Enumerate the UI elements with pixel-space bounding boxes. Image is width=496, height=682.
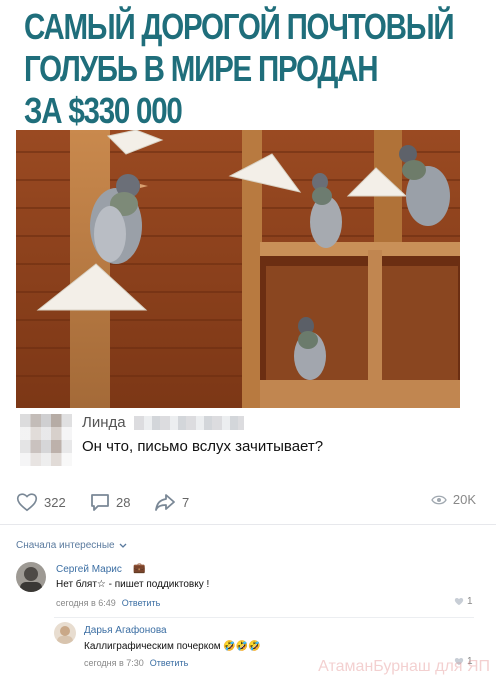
shares-count: 7 bbox=[182, 494, 190, 510]
headline-line: САМЫЙ ДОРОГОЙ ПОЧТОВЫЙ bbox=[24, 6, 455, 47]
comment-icon bbox=[91, 494, 109, 511]
reply-button[interactable]: Ответить bbox=[150, 658, 188, 668]
comment-time: сегодня в 7:30 bbox=[84, 658, 144, 668]
avatar-image bbox=[16, 562, 46, 592]
sort-label: Сначала интересные bbox=[16, 540, 115, 551]
comment-time: сегодня в 6:49 bbox=[56, 598, 116, 608]
pigeons-photo bbox=[16, 130, 460, 408]
divider bbox=[0, 524, 496, 525]
photo-caption: Линда Он что, письмо вслух зачитывает? bbox=[16, 410, 476, 466]
comment-author[interactable]: Дарья Агафонова bbox=[84, 625, 167, 636]
eye-icon bbox=[431, 495, 447, 504]
like-button[interactable]: 322 bbox=[16, 492, 66, 512]
heart-icon bbox=[454, 598, 464, 606]
avatar[interactable] bbox=[20, 414, 72, 466]
comment-likes-count: 1 bbox=[467, 596, 473, 607]
reply-button[interactable]: Ответить bbox=[122, 598, 160, 608]
blurred-surname bbox=[134, 416, 244, 430]
likes-count: 322 bbox=[44, 494, 66, 510]
chevron-down-icon bbox=[119, 543, 127, 548]
comment-meta: сегодня в 6:49 Ответить bbox=[56, 598, 160, 608]
comment-button[interactable]: 28 bbox=[90, 492, 130, 512]
views-count: 20K bbox=[452, 492, 476, 507]
views-counter: 20K bbox=[431, 492, 476, 507]
caption-author[interactable]: Линда bbox=[82, 414, 126, 431]
avatar[interactable] bbox=[16, 562, 46, 592]
comment-meta: сегодня в 7:30 Ответить bbox=[84, 658, 188, 668]
comment-text: Нет блят☆ - пишет поддиктовку ! bbox=[56, 579, 210, 590]
headline-line: ЗА $330 000 bbox=[24, 90, 183, 131]
comments-sort[interactable]: Сначала интересные bbox=[16, 540, 127, 551]
caption-text: Он что, письмо вслух зачитывает? bbox=[82, 438, 324, 455]
comment-author[interactable]: Сергей Марис bbox=[56, 564, 122, 575]
avatar[interactable] bbox=[54, 622, 76, 644]
watermark: АтаманБурнаш для ЯП bbox=[318, 658, 490, 675]
briefcase-icon: 💼 bbox=[133, 563, 146, 574]
comment: Сергей Марис 💼 Нет блят☆ - пишет поддикт… bbox=[16, 562, 476, 614]
share-icon bbox=[155, 494, 175, 511]
post-headline: САМЫЙ ДОРОГОЙ ПОЧТОВЫЙ ГОЛУБЬ В МИРЕ ПРО… bbox=[24, 6, 455, 132]
divider bbox=[54, 617, 474, 618]
post-actions: 322 28 7 20K bbox=[16, 492, 480, 514]
post-photo[interactable] bbox=[16, 130, 460, 408]
comments-count: 28 bbox=[116, 494, 131, 510]
comment-like-button[interactable]: 1 bbox=[454, 596, 473, 607]
headline-line: ГОЛУБЬ В МИРЕ ПРОДАН bbox=[24, 48, 379, 89]
avatar-image bbox=[54, 622, 76, 644]
share-button[interactable]: 7 bbox=[154, 492, 189, 512]
comment-text: Каллиграфическим почерком 🤣🤣🤣 bbox=[84, 641, 261, 652]
heart-icon bbox=[16, 493, 38, 512]
